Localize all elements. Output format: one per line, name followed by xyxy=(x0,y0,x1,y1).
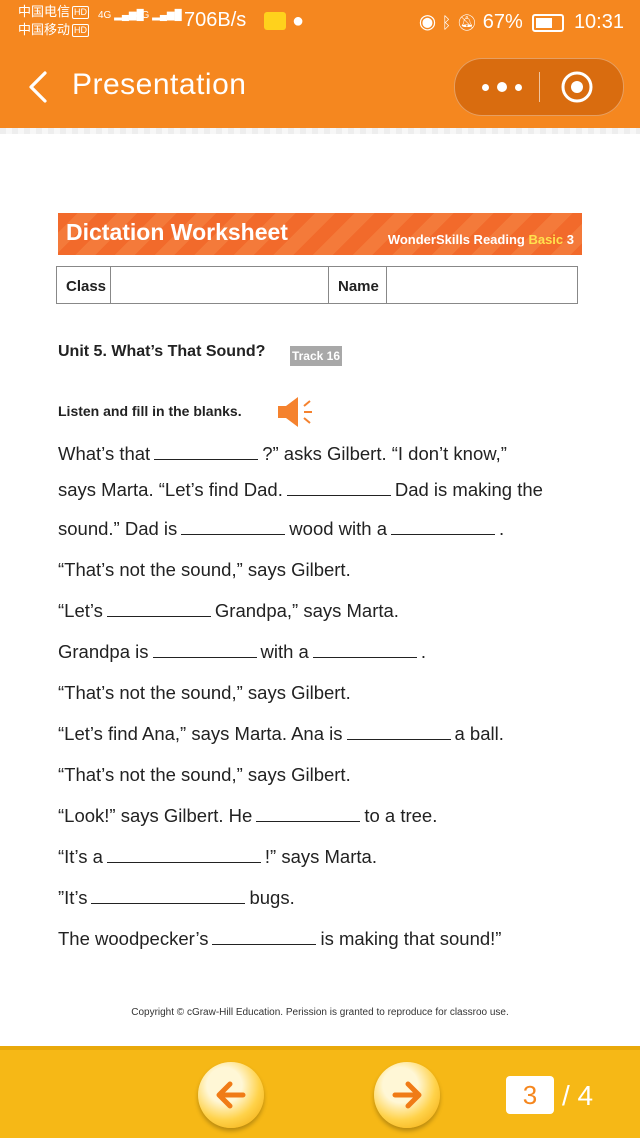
status-right: ◉ ᛒ 🔕︎ 67% 10:31 xyxy=(419,9,624,34)
mini-program-capsule xyxy=(454,58,624,116)
unit-heading: Unit 5. What’s That Sound? xyxy=(58,343,266,360)
blank xyxy=(91,889,246,904)
carrier-2: 中国移动 xyxy=(18,22,71,37)
blank xyxy=(391,520,495,535)
hd-badge: HD xyxy=(72,6,90,20)
previous-page-button[interactable] xyxy=(198,1062,264,1128)
dictation-line: “That’s not the sound,” says Gilbert. xyxy=(58,559,351,580)
blank xyxy=(154,445,259,460)
blank xyxy=(152,643,257,658)
next-page-button[interactable] xyxy=(374,1062,440,1128)
bluetooth-icon: ᛒ xyxy=(441,15,452,32)
blank xyxy=(256,807,361,822)
blank xyxy=(346,725,451,740)
blank xyxy=(212,930,317,945)
capsule-divider xyxy=(539,72,540,102)
arrow-left-icon xyxy=(216,1081,246,1109)
carrier-info: 中国电信 HD 中国移动 HD xyxy=(18,3,90,39)
dictation-line: says Marta. “Let’s find Dad. Dad is makin… xyxy=(58,479,543,500)
hd-badge: HD xyxy=(72,24,90,38)
arrow-right-icon xyxy=(392,1081,422,1109)
app-notification-icon xyxy=(264,12,286,30)
clock: 10:31 xyxy=(573,11,624,33)
dictation-line: “Let’s Grandpa,” says Marta. xyxy=(58,600,399,621)
worksheet-title: Dictation Worksheet xyxy=(66,219,288,245)
total-pages: / 4 xyxy=(562,1080,594,1111)
name-label: Name xyxy=(329,267,387,303)
page-title: Presentation xyxy=(72,68,247,101)
target-close-icon xyxy=(561,71,593,103)
status-bar: 中国电信 HD 中国移动 HD 4G ▂▄▆█ 4G ▂▄▆█ 706B/s ● ◉… xyxy=(0,0,640,44)
dot-icon xyxy=(482,83,489,91)
dictation-line: “That’s not the sound,” says Gilbert. xyxy=(58,682,351,703)
dictation-line: Grandpa is with a. xyxy=(58,641,426,662)
current-page: 3 xyxy=(506,1076,554,1114)
dictation-line: The woodpecker’s is making that sound!” xyxy=(58,928,502,949)
battery-icon xyxy=(532,13,565,32)
blank xyxy=(312,643,417,658)
blank xyxy=(286,481,391,496)
eye-icon: ◉ xyxy=(418,11,437,33)
app-bar: Presentation xyxy=(0,44,640,128)
worksheet-banner: Dictation Worksheet WonderSkills Reading… xyxy=(58,213,582,255)
back-button[interactable] xyxy=(18,64,58,110)
carrier-1: 中国电信 xyxy=(18,4,71,19)
dictation-line: sound.” Dad is wood with a. xyxy=(58,518,505,539)
signal-icon: 4G ▂▄▆█ xyxy=(136,10,182,21)
blank xyxy=(106,848,261,863)
name-field xyxy=(387,267,577,303)
blank xyxy=(106,602,211,617)
header: 中国电信 HD 中国移动 HD 4G ▂▄▆█ 4G ▂▄▆█ 706B/s ● ◉… xyxy=(0,0,640,128)
blank xyxy=(181,520,286,535)
speaker-icon[interactable] xyxy=(276,394,316,430)
dictation-line: What’s that?” asks Gilbert. “I don’t kno… xyxy=(58,443,507,464)
class-label: Class xyxy=(57,267,111,303)
dot-icon xyxy=(497,82,507,92)
battery-percent: 67% xyxy=(482,11,523,33)
pager-bar: 3 / 4 xyxy=(0,1046,640,1138)
class-name-table: Class Name xyxy=(56,266,578,304)
instruction: Listen and fill in the blanks. xyxy=(58,403,242,419)
class-field xyxy=(111,267,329,303)
more-button[interactable] xyxy=(467,59,537,115)
dictation-line: “Look!” says Gilbert. He to a tree. xyxy=(58,805,438,826)
worksheet-brand: WonderSkills Reading Basic 3 xyxy=(387,232,574,247)
mute-icon: 🔕︎ xyxy=(456,15,478,32)
network-speed: 706B/s xyxy=(184,9,247,31)
track-badge: Track 16 xyxy=(290,346,342,366)
dictation-line: “It’s a!” says Marta. xyxy=(58,846,377,867)
dictation-line: ”It’s bugs. xyxy=(58,887,295,908)
dictation-line: “Let’s find Ana,” says Marta. Ana is a ba… xyxy=(58,723,504,744)
chevron-left-icon xyxy=(29,71,47,103)
copyright-text: Copyright © cGraw-Hill Education. Periss… xyxy=(131,1007,509,1018)
dot-icon xyxy=(515,83,522,91)
chat-bubble-icon: ● xyxy=(292,10,305,32)
dictation-line: “That’s not the sound,” says Gilbert. xyxy=(58,764,351,785)
close-mini-program-button[interactable] xyxy=(559,69,595,105)
header-divider xyxy=(0,128,640,134)
